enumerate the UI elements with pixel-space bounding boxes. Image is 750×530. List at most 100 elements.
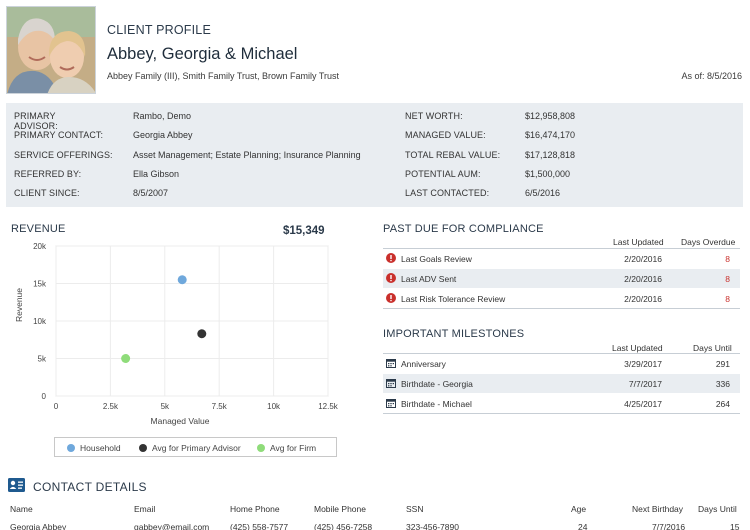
summary-label: MANAGED VALUE:	[405, 130, 486, 140]
summary-value: $12,958,808	[525, 111, 576, 121]
legend-item-advisor-avg[interactable]: Avg for Primary Advisor	[139, 443, 241, 453]
legend-item-household[interactable]: Household	[67, 443, 121, 453]
compliance-col-days-overdue: Days Overdue	[681, 237, 736, 247]
contact-col-mobile-phone: Mobile Phone	[314, 504, 366, 514]
summary-label: TOTAL REBAL VALUE:	[405, 150, 501, 160]
contact-row[interactable]: Georgia Abbey gabbey@email.com (425) 558…	[0, 518, 750, 530]
milestone-date: 3/29/2017	[624, 359, 662, 369]
client-name: Abbey, Georgia & Michael	[107, 45, 298, 63]
x-axis-label: Managed Value	[151, 416, 210, 426]
milestone-row[interactable]: Anniversary 3/29/2017 291	[383, 354, 740, 373]
scatter-point[interactable]	[177, 275, 187, 285]
calendar-icon	[386, 399, 396, 408]
y-axis-label: Revenue	[14, 288, 24, 322]
section-label: CLIENT PROFILE	[107, 23, 211, 37]
legend-dot	[67, 444, 75, 452]
milestone-item: Birthdate - Michael	[401, 399, 472, 409]
revenue-scatter-chart: 0 2.5k 5k 7.5k 10k 12.5k 0 5k 10k 15k 20k Managed …	[14, 242, 339, 426]
legend-label: Avg for Firm	[270, 443, 317, 453]
summary-value: 6/5/2016	[525, 188, 561, 198]
summary-value: $1,500,000	[525, 169, 571, 179]
calendar-icon	[386, 359, 396, 368]
summary-label: PRIMARY ADVISOR:	[14, 111, 58, 131]
summary-label: LAST CONTACTED:	[405, 188, 490, 198]
summary-label: SERVICE OFFERINGS:	[14, 150, 113, 160]
summary-label: POTENTIAL AUM:	[405, 169, 481, 179]
milestone-item: Anniversary	[401, 359, 446, 369]
scatter-point[interactable]	[197, 329, 207, 339]
compliance-item: Last Risk Tolerance Review	[401, 294, 506, 304]
y-tick-label: 20k	[33, 242, 47, 251]
x-tick-label: 5k	[161, 402, 170, 411]
summary-value: Rambo, Demo	[133, 111, 192, 121]
legend-label: Avg for Primary Advisor	[152, 443, 241, 453]
summary-label: CLIENT SINCE:	[14, 188, 80, 198]
client-photo	[6, 6, 96, 94]
compliance-item: Last Goals Review	[401, 254, 472, 264]
milestone-row[interactable]: Birthdate - Georgia 7/7/2017 336	[383, 374, 740, 393]
compliance-days: 8	[725, 294, 730, 304]
milestone-item: Birthdate - Georgia	[401, 379, 473, 389]
compliance-date: 2/20/2016	[624, 254, 662, 264]
contact-col-ssn: SSN	[406, 504, 424, 514]
exclamation-circle-icon	[386, 293, 396, 303]
x-tick-label: 0	[54, 402, 59, 411]
chart-legend: Household Avg for Primary Advisor Avg fo…	[54, 437, 337, 457]
summary-label: REFERRED BY:	[14, 169, 82, 179]
client-summary-panel: PRIMARY ADVISOR: Rambo, Demo PRIMARY CON…	[6, 103, 743, 207]
contact-mobile-phone: (425) 456-7258	[314, 522, 373, 530]
compliance-row[interactable]: Last ADV Sent 2/20/2016 8	[383, 269, 740, 288]
contact-name[interactable]: Georgia Abbey	[10, 522, 66, 530]
divider	[383, 308, 740, 309]
milestone-days: 264	[715, 399, 730, 409]
summary-value: Ella Gibson	[133, 169, 180, 179]
y-tick-label: 0	[42, 392, 47, 401]
address-card-icon	[8, 478, 25, 492]
scatter-point[interactable]	[121, 354, 131, 363]
compliance-date: 2/20/2016	[624, 274, 662, 284]
contact-days-until: 15	[730, 522, 740, 530]
calendar-icon	[386, 379, 396, 388]
summary-value: Asset Management; Estate Planning; Insur…	[133, 150, 361, 160]
milestones-title: IMPORTANT MILESTONES	[383, 328, 525, 340]
compliance-row[interactable]: Last Goals Review 2/20/2016 8	[383, 249, 740, 268]
contact-ssn: 323-456-7890	[406, 522, 459, 530]
client-header: CLIENT PROFILE Abbey, Georgia & Michael …	[0, 0, 750, 100]
x-tick-label: 10k	[267, 402, 281, 411]
contact-email[interactable]: gabbey@email.com	[134, 522, 209, 530]
legend-dot	[257, 444, 265, 452]
legend-label: Household	[80, 443, 121, 453]
contact-details-title: CONTACT DETAILS	[33, 480, 147, 494]
x-tick-label: 12.5k	[318, 402, 339, 411]
as-of-date: As of: 8/5/2016	[681, 71, 742, 81]
contact-next-birthday: 7/7/2016	[652, 522, 686, 530]
contact-col-name: Name	[10, 504, 33, 514]
milestone-date: 7/7/2017	[628, 379, 662, 389]
x-tick-label: 7.5k	[212, 402, 228, 411]
contact-col-next-birthday: Next Birthday	[632, 504, 684, 514]
compliance-col-last-updated: Last Updated	[613, 237, 664, 247]
client-trusts: Abbey Family (III), Smith Family Trust, …	[107, 71, 340, 81]
summary-value: $17,128,818	[525, 150, 576, 160]
milestones-col-days-until: Days Until	[693, 343, 732, 353]
y-tick-label: 10k	[33, 317, 47, 326]
compliance-row[interactable]: Last Risk Tolerance Review 2/20/2016 8	[383, 289, 740, 308]
contact-col-days-until: Days Until	[698, 504, 737, 514]
compliance-date: 2/20/2016	[624, 294, 662, 304]
compliance-item: Last ADV Sent	[401, 274, 457, 284]
milestone-days: 336	[715, 379, 730, 389]
y-tick-label: 15k	[33, 280, 47, 289]
contact-home-phone: (425) 558-7577	[230, 522, 289, 530]
contact-col-home-phone: Home Phone	[230, 504, 280, 514]
summary-value: Georgia Abbey	[133, 130, 193, 140]
contact-col-age: Age	[571, 504, 587, 514]
milestone-row[interactable]: Birthdate - Michael 4/25/2017 264	[383, 394, 740, 413]
compliance-days: 8	[725, 274, 730, 284]
milestones-col-last-updated: Last Updated	[612, 343, 663, 353]
compliance-title: PAST DUE FOR COMPLIANCE	[383, 223, 544, 235]
x-tick-label: 2.5k	[103, 402, 119, 411]
legend-item-firm-avg[interactable]: Avg for Firm	[257, 443, 316, 453]
milestone-date: 4/25/2017	[624, 399, 662, 409]
exclamation-circle-icon	[386, 273, 396, 283]
revenue-title: REVENUE	[11, 223, 66, 235]
